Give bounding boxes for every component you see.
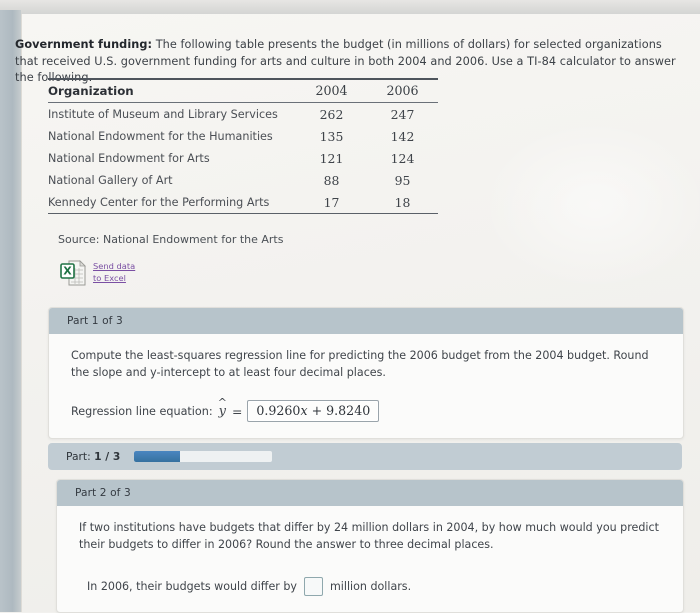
progress-label: Part: 1 / 3 — [66, 450, 120, 463]
problem-label: Government funding: — [15, 38, 153, 51]
table-header-row: Organization 2004 2006 — [48, 78, 438, 103]
cell-2006: 247 — [390, 106, 415, 122]
cell-organization: Kennedy Center for the Performing Arts — [48, 191, 296, 214]
table-row: National Endowment for the Humanities 13… — [48, 125, 438, 147]
svg-text:X: X — [63, 265, 72, 278]
table-row: Institute of Museum and Library Services… — [48, 103, 438, 126]
budget-table: Organization 2004 2006 Institute of Muse… — [48, 78, 438, 214]
part-1-header: Part 1 of 3 — [49, 308, 683, 334]
part-progress-bar: Part: 1 / 3 — [48, 443, 682, 470]
part-2-card: Part 2 of 3 If two institutions have bud… — [56, 479, 684, 613]
cell-organization: National Endowment for Arts — [48, 151, 210, 165]
cell-2006: 18 — [367, 191, 438, 214]
excel-spreadsheet-icon: X — [60, 260, 86, 286]
cell-2004: 121 — [319, 150, 344, 166]
excel-link-text: Send data to Excel — [93, 259, 135, 284]
cell-2004: 88 — [323, 172, 340, 188]
budget-table-wrapper: Organization 2004 2006 Institute of Muse… — [48, 78, 438, 214]
regression-slope: 0.9260 — [256, 403, 301, 418]
regression-equation-label: Regression line equation: — [71, 404, 213, 418]
answer-suffix-text: million dollars. — [329, 580, 412, 593]
table-row: National Endowment for Arts 121 124 — [48, 147, 438, 169]
answer-input[interactable] — [303, 577, 323, 596]
cell-2006: 142 — [390, 128, 415, 144]
table-row: National Gallery of Art 88 95 — [48, 169, 438, 191]
cell-2004: 17 — [296, 191, 367, 214]
column-header-2006: 2006 — [367, 78, 438, 103]
regression-x-variable: x — [300, 403, 308, 418]
table-source-note: Source: National Endowment for the Arts — [58, 233, 284, 246]
part-2-header: Part 2 of 3 — [57, 480, 683, 506]
cell-organization: National Gallery of Art — [48, 173, 173, 187]
progress-label-value: 1 / 3 — [94, 450, 121, 463]
answer-prefix-text: In 2006, their budgets would differ by — [87, 580, 297, 593]
part-2-answer-row: In 2006, their budgets would differ by m… — [79, 577, 661, 596]
column-header-organization: Organization — [48, 78, 296, 103]
regression-answer-field[interactable]: 0.9260x + 9.8240 — [247, 400, 380, 422]
cell-2006: 95 — [394, 172, 411, 188]
y-hat-symbol: ^ y — [218, 397, 227, 418]
column-header-2004: 2004 — [296, 78, 367, 103]
cell-organization: Institute of Museum and Library Services — [48, 107, 278, 121]
table-row: Kennedy Center for the Performing Arts 1… — [48, 191, 438, 214]
cell-2004: 262 — [319, 106, 344, 122]
excel-link-line2: to Excel — [93, 272, 126, 283]
send-data-to-excel-link[interactable]: X Send data to Excel — [60, 259, 135, 287]
equals-sign: = — [231, 403, 243, 419]
progress-label-prefix: Part: — [66, 450, 91, 463]
part-1-question: Compute the least-squares regression lin… — [71, 349, 649, 379]
page-background: Government funding: The following table … — [0, 0, 700, 613]
regression-equation-row: Regression line equation: ^ y = 0.9260x +… — [71, 397, 661, 422]
excel-link-line1: Send data — [93, 261, 136, 271]
part-1-body: Compute the least-squares regression lin… — [49, 334, 683, 438]
part-2-body: If two institutions have budgets that di… — [57, 506, 683, 612]
cell-2006: 124 — [390, 150, 415, 166]
part-2-question: If two institutions have budgets that di… — [79, 521, 659, 551]
progress-fill — [134, 451, 180, 462]
regression-intercept: 9.8240 — [326, 403, 371, 418]
cell-organization: National Endowment for the Humanities — [48, 129, 273, 143]
progress-track — [134, 451, 273, 462]
hat-accent-icon: ^ — [217, 395, 227, 409]
part-1-card: Part 1 of 3 Compute the least-squares re… — [48, 307, 684, 439]
cell-2004: 135 — [319, 128, 344, 144]
regression-operator: + — [311, 403, 323, 418]
